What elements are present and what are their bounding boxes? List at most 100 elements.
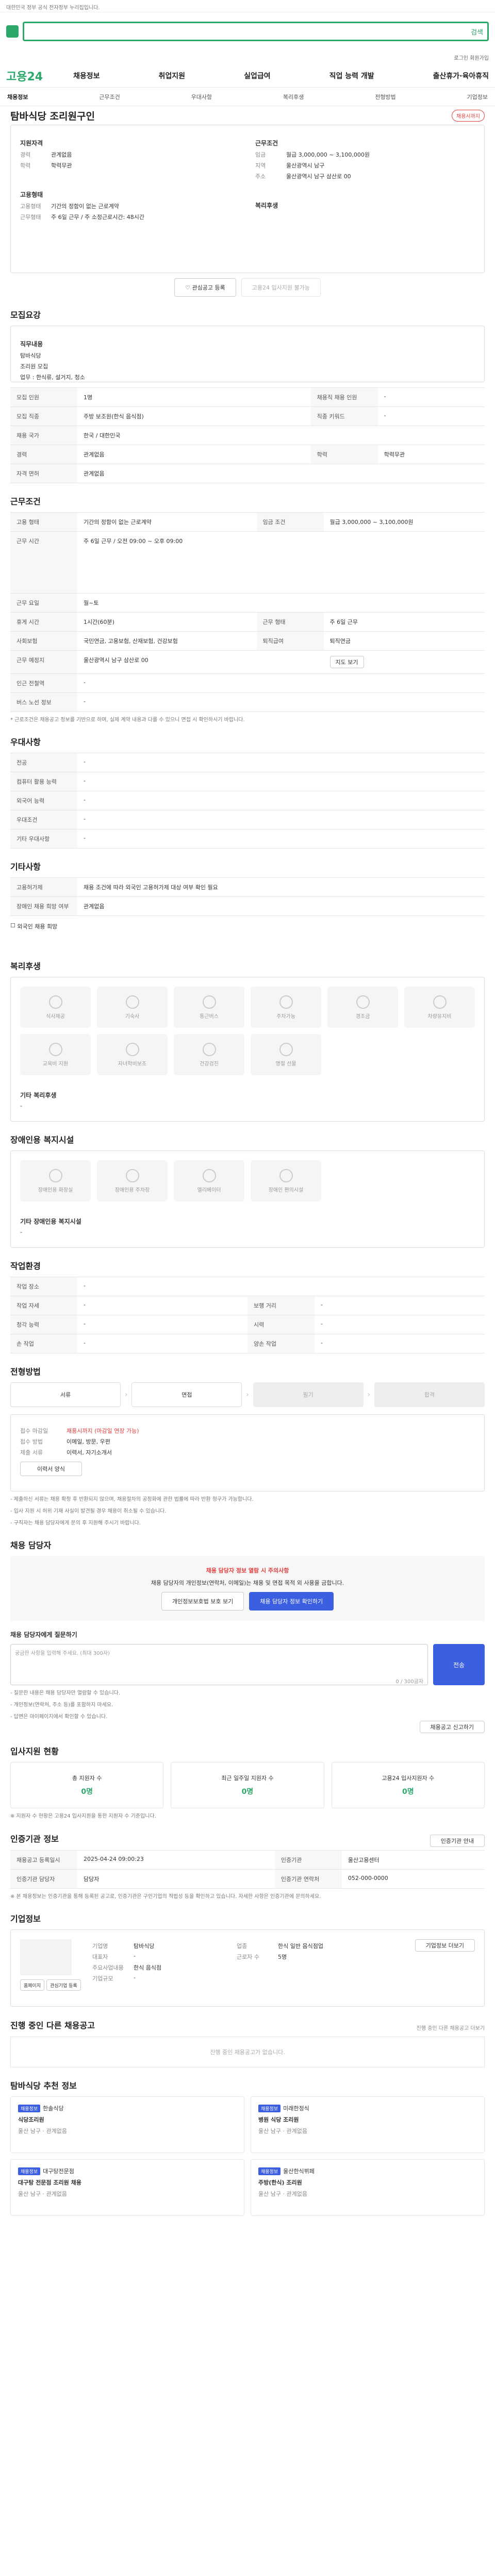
- th: 모집 직종: [10, 406, 77, 426]
- question-input[interactable]: 궁금한 사항을 입력해 주세요. (최대 300자) 0 / 300글자: [10, 1644, 428, 1685]
- tab-company[interactable]: 기업정보: [467, 93, 487, 101]
- search-input[interactable]: 검색: [23, 22, 489, 41]
- section-preferences: 우대사항 전공 - 컴퓨터 활용 능력 - 외국어 능력 - 우대조건 - 기타 우대사…: [10, 735, 485, 849]
- send-question-button[interactable]: 전송: [433, 1644, 485, 1685]
- deadline-badge: 채용시까지: [452, 109, 485, 122]
- save-job-button[interactable]: ♡ 관심공고 등록: [174, 278, 236, 297]
- foreign-worker-check[interactable]: ☐ 외국인 채용 희망: [10, 922, 485, 948]
- recommend-card[interactable]: 채용정보 울산한식뷔페 주방(한식) 조리원 울산 남구 · 관계없음: [251, 2159, 485, 2216]
- row-key: 제출 서류: [20, 1449, 43, 1456]
- summary-row: 근무형태 주 6일 근무 / 주 소정근로시간: 48시간: [20, 213, 240, 221]
- cert-guide-button[interactable]: 인증기관 안내: [430, 1835, 485, 1847]
- td: 담당자: [77, 1869, 275, 1889]
- welfare-item: 건강검진: [174, 1034, 244, 1075]
- gnb-item-benefit[interactable]: 실업급여: [244, 71, 271, 81]
- arrow-right-icon: ›: [246, 1391, 249, 1399]
- table-row: 컴퓨터 활용 능력 -: [10, 772, 485, 791]
- tab-recruit[interactable]: 채용정보: [7, 93, 28, 101]
- conditions-label: 근무조건: [255, 140, 278, 147]
- card-org: 대구탕전문점: [43, 2168, 74, 2175]
- gnb-item-leave[interactable]: 출산휴가·육아휴직: [433, 71, 489, 81]
- summary-row: 주소 울산광역시 남구 삼산로 00: [255, 172, 475, 180]
- homepage-button[interactable]: 홈페이지: [20, 1979, 45, 1991]
- gnb-item-support[interactable]: 취업지원: [159, 71, 186, 81]
- process-row: 제출 서류 이력서, 자기소개서: [20, 1448, 475, 1456]
- global-nav: 고용24 채용정보 취업지원 실업급여 직업 능력 개발 출산휴가·육아휴직: [0, 64, 495, 88]
- recommend-card[interactable]: 채용정보 대구탕전문점 대구탕 전문점 조리원 채용 울산 남구 · 관계없음: [10, 2159, 244, 2216]
- other-jobs-more-link[interactable]: 진행 중인 다른 채용공고 더보기: [417, 2024, 485, 2031]
- job-summary: 지원자격 경력 관계없음 학력 학력무관 고용형태 고용형태 기간의 정함이 없는 근…: [20, 134, 475, 263]
- job-summary-box: 지원자격 경력 관계없음 학력 학력무관 고용형태 고용형태 기간의 정함이 없는 근…: [10, 125, 485, 273]
- util-links[interactable]: 로그인 회원가입: [0, 50, 495, 64]
- conditions-note: * 근로조건은 채용공고 정보를 기반으로 하며, 실제 계약 내용과 다를 수…: [10, 717, 245, 723]
- section-company: 기업정보 홈페이지 관심기업 등록 기업명 탐바식당 업종 한식 일반 음식점업 대표…: [10, 1912, 485, 2007]
- section-title: 작업환경: [10, 1261, 41, 1271]
- section-tabs: 채용정보 근무조건 우대사항 복리후생 전형방법 기업정보: [0, 88, 495, 106]
- section-title: 진행 중인 다른 채용공고: [10, 2021, 95, 2030]
- row-key: 대표자: [92, 1954, 108, 1960]
- section-certification: 인증기관 정보 인증기관 안내 채용공고 등록일시 2025-04-24 09:00…: [10, 1832, 485, 1901]
- stat-card: 총 지원자 수 0명: [10, 1762, 164, 1808]
- stat-value: 0명: [402, 1788, 414, 1796]
- company-more-button[interactable]: 기업정보 더보기: [415, 1939, 475, 1952]
- summary-row: 경력 관계없음: [20, 150, 240, 159]
- privacy-button[interactable]: 개인정보보호법 보호 보기: [161, 1592, 244, 1611]
- job-desc-line: 탐바식당: [20, 352, 41, 359]
- td: -: [315, 1334, 485, 1353]
- th: 휴게 시간: [10, 612, 77, 632]
- td: 월급 3,000,000 ~ 3,100,000원: [323, 512, 485, 532]
- disability-extra-title: 기타 장애인용 복지시설: [20, 1218, 81, 1225]
- cert-table: 채용공고 등록일시 2025-04-24 09:00:23 인증기관 울산고용센터 인…: [10, 1850, 485, 1889]
- th: 보행 거리: [248, 1296, 315, 1315]
- util-links-text[interactable]: 로그인 회원가입: [454, 56, 489, 61]
- row-value: 이메일, 방문, 우편: [67, 1438, 110, 1445]
- company-links: 홈페이지 관심기업 등록: [20, 1979, 82, 1991]
- disability-label: 장애인용 화장실: [38, 1187, 73, 1193]
- row-key: 주소: [255, 173, 266, 180]
- apply-button[interactable]: 고용24 입사지원 불가능: [241, 278, 321, 297]
- summary-row: 지역 울산광역시 남구: [255, 161, 475, 170]
- row-key: 학력: [20, 162, 31, 169]
- gnb-item-jobs[interactable]: 채용정보: [73, 71, 100, 81]
- welfare-item: 식사제공: [20, 987, 91, 1028]
- brand-logo[interactable]: 고용24: [6, 67, 73, 84]
- table-row: 근무 시간 주 6일 근무 / 오전 09:00 ~ 오후 09:00: [10, 531, 485, 594]
- gnb-item-training[interactable]: 직업 능력 개발: [329, 71, 374, 81]
- tab-process[interactable]: 전형방법: [375, 93, 395, 101]
- recommend-card[interactable]: 채용정보 미래한정식 병원 식당 조리원 울산 남구 · 관계없음: [251, 2096, 485, 2153]
- search-button[interactable]: 검색: [471, 27, 483, 37]
- welfare-item: 교육비 지원: [20, 1034, 91, 1075]
- disability-item: 장애인용 화장실: [20, 1160, 91, 1201]
- tab-welfare[interactable]: 복리후생: [283, 93, 304, 101]
- section-title: 기타사항: [10, 862, 41, 872]
- row-key: 업종: [237, 1943, 248, 1950]
- checkbox-icon[interactable]: ☐: [10, 922, 17, 948]
- tab-preferences[interactable]: 우대사항: [191, 93, 212, 101]
- row-key: 임금: [255, 151, 266, 158]
- section-etc: 기타사항 고용허가제 채용 조건에 따라 외국인 고용허가제 대상 여부 확인 필…: [10, 860, 485, 948]
- parking-icon: [279, 995, 293, 1009]
- view-contact-button[interactable]: 채용 담당자 정보 확인하기: [249, 1592, 334, 1611]
- company-row: 주요사업내용 한식 음식점: [92, 1963, 405, 1972]
- tab-conditions[interactable]: 근무조건: [99, 93, 120, 101]
- table-row: 고용 형태 기간의 정함이 없는 근로계약 임금 조건 월급 3,000,000 ~ …: [10, 512, 485, 532]
- section-process: 전형방법 서류 › 면접 › 필기 › 합격 접수 마감일 채용시까지 (마감일 연장 …: [10, 1365, 485, 1527]
- report-button[interactable]: 채용공고 신고하기: [419, 1721, 485, 1733]
- map-button[interactable]: 지도 보기: [329, 656, 364, 668]
- table-row: 손 작업 - 양손 작업 -: [10, 1334, 485, 1353]
- resume-form-button[interactable]: 이력서 양식: [20, 1462, 82, 1476]
- th: 외국어 능력: [10, 791, 77, 810]
- td: 주 6일 근무: [323, 612, 485, 632]
- recommend-card[interactable]: 채용정보 한솔식당 식당조리원 울산 남구 · 관계없음: [10, 2096, 244, 2153]
- td: -: [377, 387, 485, 407]
- welfare-label: 주차가능: [276, 1013, 295, 1020]
- company-row: 기업규모 -: [92, 1974, 405, 1982]
- td: 퇴직연금: [323, 631, 485, 651]
- card-info: 울산 남구 · 관계없음: [258, 2191, 307, 2197]
- table-row: 경력 관계없음 학력 학력무관: [10, 445, 485, 464]
- td: -: [77, 791, 485, 810]
- row-value: 이력서, 자기소개서: [67, 1449, 112, 1456]
- job-desc-label: 직무내용: [20, 341, 43, 348]
- favorite-company-button[interactable]: 관심기업 등록: [46, 1979, 81, 1991]
- table-row: 사회보험 국민연금, 고용보험, 산재보험, 건강보험 퇴직급여 퇴직연금: [10, 631, 485, 651]
